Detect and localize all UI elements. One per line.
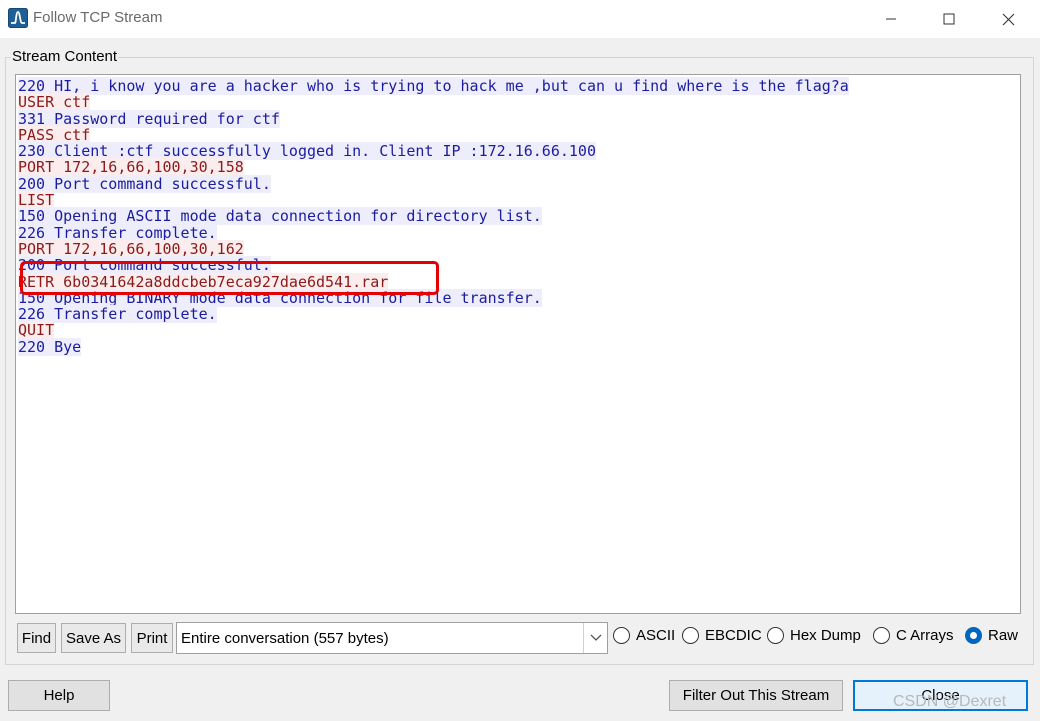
- radio-ascii[interactable]: ASCII: [613, 627, 675, 644]
- save-as-button-label: Save As: [65, 629, 122, 647]
- maximize-icon: [943, 13, 955, 25]
- client-line-text: PORT 172,16,66,100,30,162: [18, 239, 244, 258]
- window-title: Follow TCP Stream: [33, 9, 163, 26]
- server-line-text: 220 Bye: [18, 337, 82, 356]
- stream-line: 150 Opening ASCII mode data connection f…: [18, 207, 1018, 226]
- server-line-text: 200 Port command successful.: [18, 256, 271, 275]
- help-button-label: Help: [43, 687, 75, 704]
- minimize-icon: [886, 18, 896, 20]
- stream-line: 226 Transfer complete.: [18, 223, 1018, 242]
- server-line-text: 331 Password required for ctf: [18, 109, 280, 128]
- find-button-label: Find: [21, 629, 52, 647]
- find-button[interactable]: Find: [17, 623, 56, 653]
- close-icon: [1002, 13, 1014, 25]
- server-line-text: 226 Transfer complete.: [18, 305, 217, 324]
- stream-line: 200 Port command successful.: [18, 174, 1018, 193]
- radio-circle-ebcdic[interactable]: [682, 627, 699, 644]
- watermark: CSDN @Dexret: [893, 693, 1007, 710]
- stream-line: 150 Opening BINARY mode data connection …: [18, 288, 1018, 307]
- stream-text-area[interactable]: 220 HI, i know you are a hacker who is t…: [15, 74, 1021, 614]
- server-line-text: 150 Opening BINARY mode data connection …: [18, 288, 542, 307]
- wireshark-app-icon: [8, 8, 28, 28]
- server-line-text: 220 HI, i know you are a hacker who is t…: [18, 77, 849, 95]
- stream-line: 220 HI, i know you are a hacker who is t…: [18, 77, 1018, 95]
- client-line-text: PORT 172,16,66,100,30,158: [18, 158, 244, 177]
- radio-label-c-arrays: C Arrays: [896, 627, 954, 644]
- close-window-button[interactable]: [983, 0, 1033, 38]
- stream-line: 230 Client :ctf successfully logged in. …: [18, 142, 1018, 161]
- radio-label-raw: Raw: [988, 627, 1019, 644]
- client-line-text: PASS ctf: [18, 125, 91, 144]
- radio-circle-raw[interactable]: [965, 627, 982, 644]
- client-line-text: RETR 6b0341642a8ddcbeb7eca927dae6d541.ra…: [18, 272, 389, 291]
- stream-line: LIST: [18, 191, 1018, 210]
- server-line-text: 200 Port command successful.: [18, 174, 271, 193]
- stream-line: 220 Bye: [18, 337, 1018, 356]
- title-bar: Follow TCP Stream: [0, 0, 1040, 38]
- save-as-button[interactable]: Save As: [61, 623, 126, 653]
- radio-raw[interactable]: Raw: [965, 627, 1018, 644]
- filter-out-stream-button[interactable]: Filter Out This Stream: [669, 680, 843, 711]
- server-line-text: 230 Client :ctf successfully logged in. …: [18, 142, 596, 161]
- minimize-button[interactable]: [866, 0, 916, 38]
- radio-ebcdic[interactable]: EBCDIC: [682, 627, 762, 644]
- chevron-down-icon[interactable]: [583, 623, 607, 653]
- conversation-select[interactable]: Entire conversation (557 bytes): [176, 622, 608, 654]
- client-line-text: USER ctf: [18, 93, 91, 112]
- stream-line: RETR 6b0341642a8ddcbeb7eca927dae6d541.ra…: [18, 272, 1018, 291]
- server-line-text: 226 Transfer complete.: [18, 223, 217, 242]
- print-button[interactable]: Print: [131, 623, 173, 653]
- stream-line: PASS ctf: [18, 125, 1018, 144]
- stream-line: QUIT: [18, 321, 1018, 340]
- stream-line: 331 Password required for ctf: [18, 109, 1018, 128]
- radio-c-arrays[interactable]: C Arrays: [873, 627, 954, 644]
- help-button[interactable]: Help: [8, 680, 110, 711]
- stream-line: PORT 172,16,66,100,30,158: [18, 158, 1018, 177]
- print-button-label: Print: [136, 629, 168, 647]
- client-line-text: QUIT: [18, 321, 55, 340]
- maximize-button[interactable]: [924, 0, 974, 38]
- filter-out-stream-button-label: Filter Out This Stream: [682, 687, 830, 704]
- group-label: Stream Content: [11, 48, 119, 65]
- radio-circle-ascii[interactable]: [613, 627, 630, 644]
- stream-line: 200 Port command successful.: [18, 256, 1018, 275]
- server-line-text: 150 Opening ASCII mode data connection f…: [18, 207, 542, 226]
- stream-line: 226 Transfer complete.: [18, 305, 1018, 324]
- client-line-text: LIST: [18, 191, 55, 210]
- radio-label-ascii: ASCII: [636, 627, 676, 644]
- radio-circle-hex-dump[interactable]: [767, 627, 784, 644]
- stream-line: USER ctf: [18, 93, 1018, 112]
- radio-hex-dump[interactable]: Hex Dump: [767, 627, 861, 644]
- radio-circle-c-arrays[interactable]: [873, 627, 890, 644]
- stream-line: PORT 172,16,66,100,30,162: [18, 239, 1018, 258]
- radio-label-hex-dump: Hex Dump: [790, 627, 861, 644]
- radio-label-ebcdic: EBCDIC: [705, 627, 762, 644]
- conversation-select-value: Entire conversation (557 bytes): [181, 629, 389, 647]
